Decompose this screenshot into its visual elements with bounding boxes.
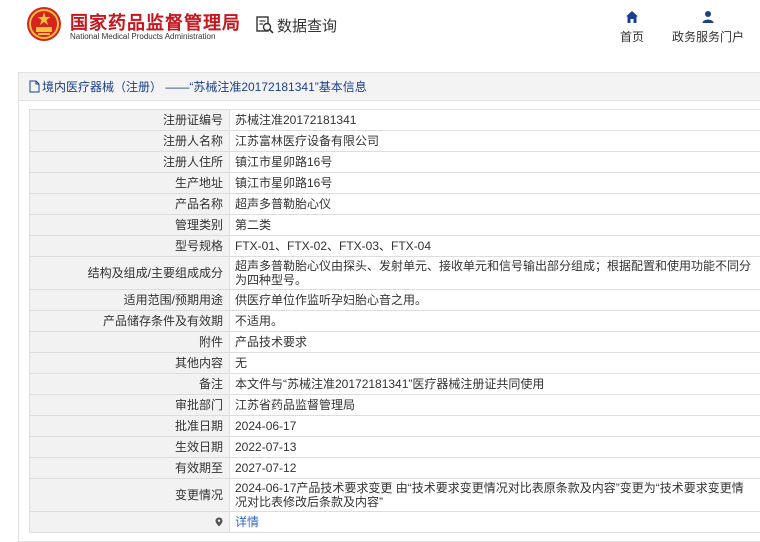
table-row: 注册人名称 江苏富林医疗设备有限公司 bbox=[29, 130, 760, 152]
field-value: 镇江市星卯路16号 bbox=[229, 172, 760, 194]
table-row: 注册人住所 镇江市星卯路16号 bbox=[29, 151, 760, 173]
table-row: 注册证编号 苏械注准20172181341 bbox=[29, 109, 760, 131]
table-row: 产品名称 超声多普勒胎心仪 bbox=[29, 193, 760, 215]
national-emblem-icon bbox=[27, 7, 61, 41]
field-value: 供医疗单位作监听孕妇胎心音之用。 bbox=[229, 289, 760, 311]
field-label: 结构及组成/主要组成成分 bbox=[29, 256, 230, 290]
field-label: 有效期至 bbox=[29, 457, 230, 479]
device-info-table: 注册证编号 苏械注准20172181341 注册人名称 江苏富林医疗设备有限公司 注… bbox=[29, 109, 760, 533]
table-row: 产品储存条件及有效期 不适用。 bbox=[29, 310, 760, 332]
detail-row-value: 详情 bbox=[229, 511, 760, 533]
data-query-link[interactable]: 数据查询 bbox=[255, 14, 337, 36]
document-icon bbox=[29, 80, 40, 93]
field-value: 2027-07-12 bbox=[229, 457, 760, 479]
document-search-icon bbox=[256, 16, 274, 34]
field-label: 注册人名称 bbox=[29, 130, 230, 152]
field-value: 2024-06-17产品技术要求变更 由“技术要求变更情况对比表原条款及内容”变… bbox=[229, 478, 760, 512]
table-row: 审批部门 江苏省药品监督管理局 bbox=[29, 394, 760, 416]
table-row: 生效日期 2022-07-13 bbox=[29, 436, 760, 458]
table-row: 其他内容无 bbox=[29, 352, 760, 374]
field-value: 镇江市星卯路16号 bbox=[229, 151, 760, 173]
table-row: 附件 产品技术要求 bbox=[29, 331, 760, 353]
field-label: 产品名称 bbox=[29, 193, 230, 215]
table-row: 管理类别 第二类 bbox=[29, 214, 760, 236]
table-row: 批准日期 2024-06-17 bbox=[29, 415, 760, 437]
detail-row-label bbox=[29, 511, 230, 533]
table-row: 适用范围/预期用途 供医疗单位作监听孕妇胎心音之用。 bbox=[29, 289, 760, 311]
device-info-panel: 境内医疗器械（注册） ——“苏械注准20172181341”基本信息 注册证编号… bbox=[18, 72, 760, 542]
field-label: 生产地址 bbox=[29, 172, 230, 194]
table-row: 有效期至 2027-07-12 bbox=[29, 457, 760, 479]
table-row: 生产地址 镇江市星卯路16号 bbox=[29, 172, 760, 194]
field-value: 无 bbox=[229, 352, 760, 374]
details-link[interactable]: 详情 bbox=[235, 515, 259, 529]
user-icon bbox=[702, 11, 714, 23]
field-label: 型号规格 bbox=[29, 235, 230, 257]
nav-service-portal-label: 政务服务门户 bbox=[671, 30, 744, 44]
field-label: 变更情况 bbox=[29, 478, 230, 512]
field-label: 生效日期 bbox=[29, 436, 230, 458]
home-icon bbox=[626, 11, 638, 23]
nav-service-portal[interactable]: 政务服务门户 bbox=[668, 10, 748, 45]
site-header: 国家药品监督管理局 National Medical Products Admi… bbox=[0, 0, 760, 58]
field-value: 江苏富林医疗设备有限公司 bbox=[229, 130, 760, 152]
field-label: 注册证编号 bbox=[29, 109, 230, 131]
field-value: 2022-07-13 bbox=[229, 436, 760, 458]
field-label: 适用范围/预期用途 bbox=[29, 289, 230, 311]
field-label: 批准日期 bbox=[29, 415, 230, 437]
field-label: 管理类别 bbox=[29, 214, 230, 236]
panel-header: 境内医疗器械（注册） ——“苏械注准20172181341”基本信息 bbox=[19, 73, 760, 101]
field-value: 超声多普勒胎心仪 bbox=[229, 193, 760, 215]
field-value: 产品技术要求 bbox=[229, 331, 760, 353]
nav-home[interactable]: 首页 bbox=[617, 10, 647, 45]
field-value: FTX-01、FTX-02、FTX-03、FTX-04 bbox=[229, 235, 760, 257]
field-label: 产品储存条件及有效期 bbox=[29, 310, 230, 332]
field-value: 超声多普勒胎心仪由探头、发射单元、接收单元和信号输出部分组成；根据配置和使用功能… bbox=[229, 256, 760, 290]
site-subtitle: National Medical Products Administration bbox=[70, 32, 216, 41]
table-row: 详情 bbox=[29, 511, 760, 533]
data-query-label: 数据查询 bbox=[277, 17, 338, 35]
nav-home-label: 首页 bbox=[619, 30, 644, 44]
table-row: 型号规格 FTX-01、FTX-02、FTX-03、FTX-04 bbox=[29, 235, 760, 257]
field-value: 不适用。 bbox=[229, 310, 760, 332]
field-label: 备注 bbox=[29, 373, 230, 395]
table-row: 变更情况 2024-06-17产品技术要求变更 由“技术要求变更情况对比表原条款及… bbox=[29, 478, 760, 512]
field-value: 第二类 bbox=[229, 214, 760, 236]
field-value: 江苏省药品监督管理局 bbox=[229, 394, 760, 416]
field-label: 附件 bbox=[29, 331, 230, 353]
field-label: 其他内容 bbox=[29, 352, 230, 374]
field-value: 2024-06-17 bbox=[229, 415, 760, 437]
table-row: 备注 本文件与“苏械注准20172181341”医疗器械注册证共同使用 bbox=[29, 373, 760, 395]
table-row: 结构及组成/主要组成成分 超声多普勒胎心仪由探头、发射单元、接收单元和信号输出部分… bbox=[29, 256, 760, 290]
panel-title: 境内医疗器械（注册） ——“苏械注准20172181341”基本信息 bbox=[42, 80, 367, 94]
location-pin-icon bbox=[215, 517, 223, 527]
field-label: 注册人住所 bbox=[29, 151, 230, 173]
field-value: 本文件与“苏械注准20172181341”医疗器械注册证共同使用 bbox=[229, 373, 760, 395]
field-label: 审批部门 bbox=[29, 394, 230, 416]
field-value: 苏械注准20172181341 bbox=[229, 109, 760, 131]
